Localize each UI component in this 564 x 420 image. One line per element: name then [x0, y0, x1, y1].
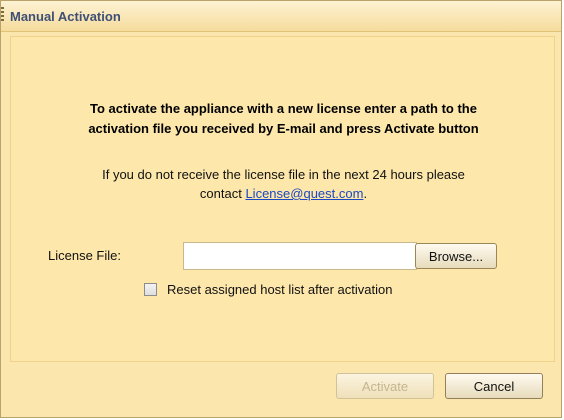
license-file-input[interactable]: [183, 242, 417, 270]
dialog-content-panel: To activate the appliance with a new lic…: [10, 36, 555, 362]
browse-button[interactable]: Browse...: [415, 243, 497, 269]
reset-host-list-label[interactable]: Reset assigned host list after activatio…: [167, 282, 392, 297]
activate-button[interactable]: Activate: [336, 373, 434, 399]
cancel-button[interactable]: Cancel: [445, 373, 543, 399]
info-line-1: If you do not receive the license file i…: [102, 167, 465, 182]
reset-host-list-checkbox[interactable]: [144, 283, 157, 296]
instruction-heading: To activate the appliance with a new lic…: [11, 99, 556, 139]
license-email-link[interactable]: License@quest.com: [245, 186, 363, 201]
instruction-line-2: activation file you received by E-mail a…: [88, 121, 479, 136]
instruction-line-1: To activate the appliance with a new lic…: [90, 101, 477, 116]
grip-icon: [1, 7, 4, 23]
info-contact-prefix: contact: [199, 186, 246, 201]
dialog-titlebar[interactable]: Manual Activation: [1, 1, 561, 32]
info-contact-suffix: .: [363, 186, 368, 201]
reset-host-list-option[interactable]: Reset assigned host list after activatio…: [144, 282, 392, 297]
manual-activation-dialog: Manual Activation To activate the applia…: [0, 0, 562, 418]
info-line-2: contact License@quest.com.: [11, 184, 556, 203]
dialog-title: Manual Activation: [10, 9, 121, 24]
license-file-label: License File:: [48, 248, 121, 263]
info-text: If you do not receive the license file i…: [11, 165, 556, 203]
